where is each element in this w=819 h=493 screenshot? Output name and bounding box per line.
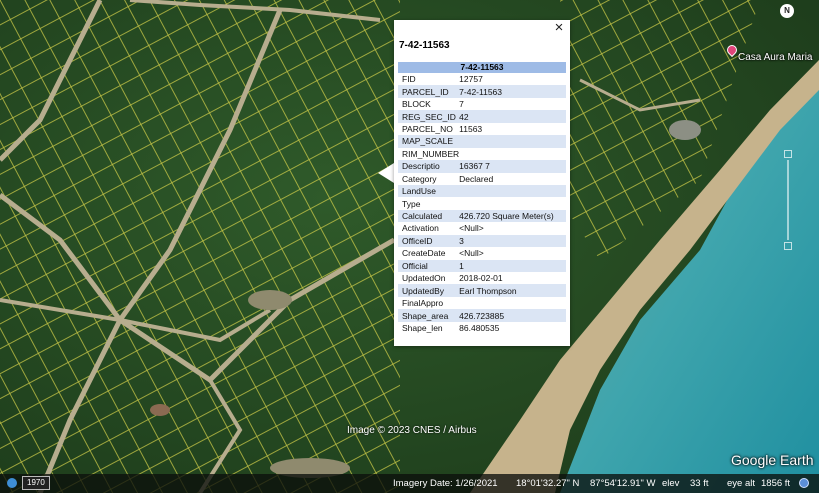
compass-north-icon[interactable]: N [780, 4, 794, 18]
elevation-value: 33 ft [690, 478, 709, 489]
navigation-zoom-slider[interactable] [784, 150, 792, 250]
attribute-key: RIM_NUMBER [402, 148, 460, 159]
popup-title: 7-42-11563 [399, 40, 450, 51]
attribute-key: LandUse [398, 184, 460, 198]
attribute-value: 3 [459, 234, 566, 248]
historical-year-badge[interactable]: 1970 [22, 476, 50, 490]
attribute-key: PARCEL_ID [398, 85, 460, 98]
attribute-key: Official [398, 259, 460, 272]
attribute-value [459, 148, 566, 160]
attribute-key: MAP_SCALE [398, 135, 460, 148]
table-row: Category Declared [398, 173, 566, 185]
table-row: Type [398, 197, 566, 209]
attribute-key: OfficeID [398, 234, 460, 248]
attribute-key: FID [402, 74, 416, 85]
attribute-value: 11563 [459, 123, 483, 134]
table-row: Official 1 [398, 259, 566, 272]
attribute-value: <Null> [459, 223, 484, 234]
attribute-key: FinalAppro [402, 298, 444, 309]
attribute-value [459, 297, 566, 309]
table-row: Shape_area 426.723885 [398, 309, 566, 322]
table-row: UpdatedOn 2018-02-01 [398, 272, 566, 284]
google-earth-logo: Google Earth [731, 452, 814, 468]
elevation-label: elev [662, 478, 680, 489]
attribute-key: PARCEL_NO [402, 123, 453, 134]
attribute-key: Calculated [398, 209, 460, 223]
zoom-track [787, 160, 789, 240]
attribute-key: UpdatedBy [398, 284, 460, 297]
table-row: BLOCK 7 [398, 98, 566, 110]
eye-altitude-label: eye alt [727, 478, 755, 489]
attribute-value: 7 [459, 99, 464, 110]
attribute-value: 426.723885 [459, 309, 566, 322]
attribute-value: 16367 7 [459, 160, 566, 173]
attribute-key: Shape_area [398, 309, 460, 322]
attribute-value: 1 [459, 259, 566, 272]
longitude-readout: 87°54'12.91" W [590, 478, 656, 489]
latitude-readout: 18°01'32.27" N [516, 478, 580, 489]
attribute-key: Activation [402, 223, 439, 234]
table-row: RIM_NUMBER [398, 148, 566, 160]
streaming-indicator-icon [799, 478, 809, 488]
table-row: REG_SEC_ID 42 [398, 110, 566, 123]
popup-pointer [378, 163, 394, 183]
attribute-key: BLOCK [402, 99, 431, 110]
attribute-key: Descriptio [398, 160, 460, 173]
attribute-value [459, 135, 566, 148]
attribute-value: 7-42-11563 [459, 85, 566, 98]
table-row: MAP_SCALE [398, 135, 566, 148]
imagery-date: Imagery Date: 1/26/2021 [393, 478, 498, 489]
table-row: UpdatedBy Earl Thompson [398, 284, 566, 297]
attribute-value [459, 197, 566, 209]
zoom-out-icon[interactable] [784, 242, 792, 250]
attribute-value: 2018-02-01 [459, 273, 503, 284]
imagery-credit: Image © 2023 CNES / Airbus [347, 425, 477, 436]
table-row: CreateDate <Null> [398, 247, 566, 259]
zoom-in-icon[interactable] [784, 150, 792, 158]
attribute-key: REG_SEC_ID [398, 110, 460, 123]
historical-imagery-icon[interactable] [7, 478, 17, 488]
status-bar: 1970 Imagery Date: 1/26/2021 18°01'32.27… [0, 474, 819, 493]
attribute-value: Earl Thompson [459, 284, 566, 297]
table-row: LandUse [398, 184, 566, 198]
attribute-value: 42 [459, 110, 566, 123]
attribute-value: 86.480535 [459, 322, 500, 333]
table-row: Activation <Null> [398, 222, 566, 234]
table-row: FID 12757 [398, 73, 566, 85]
attribute-key: UpdatedOn [402, 273, 446, 284]
table-row: PARCEL_NO 11563 [398, 123, 566, 135]
table-row: Descriptio 16367 7 [398, 160, 566, 173]
attribute-value: 12757 [459, 74, 483, 85]
attribute-key: Category [402, 173, 437, 184]
table-row: Calculated 426.720 Square Meter(s) [398, 209, 566, 223]
table-row: Shape_len 86.480535 [398, 322, 566, 334]
attribute-value [459, 184, 566, 198]
parcel-info-popup: × 7-42-11563 7-42-11563 FID 12757 PARCEL_… [394, 20, 570, 346]
attribute-value: <Null> [459, 248, 484, 259]
attribute-key: Type [402, 198, 421, 209]
table-row: FinalAppro [398, 297, 566, 309]
close-icon[interactable]: × [552, 20, 566, 35]
eye-altitude-value: 1856 ft [761, 478, 791, 489]
attribute-key: Shape_len [402, 322, 443, 333]
table-row: PARCEL_ID 7-42-11563 [398, 85, 566, 98]
attribute-key: CreateDate [402, 248, 446, 259]
attribute-value: Declared [459, 173, 494, 184]
attribute-table-header: 7-42-11563 [398, 62, 566, 73]
attribute-table: 7-42-11563 FID 12757 PARCEL_ID 7-42-11563 … [398, 62, 566, 334]
table-row: OfficeID 3 [398, 234, 566, 248]
place-label[interactable]: Casa Aura Maria [738, 52, 812, 63]
attribute-value: 426.720 Square Meter(s) [459, 209, 566, 223]
